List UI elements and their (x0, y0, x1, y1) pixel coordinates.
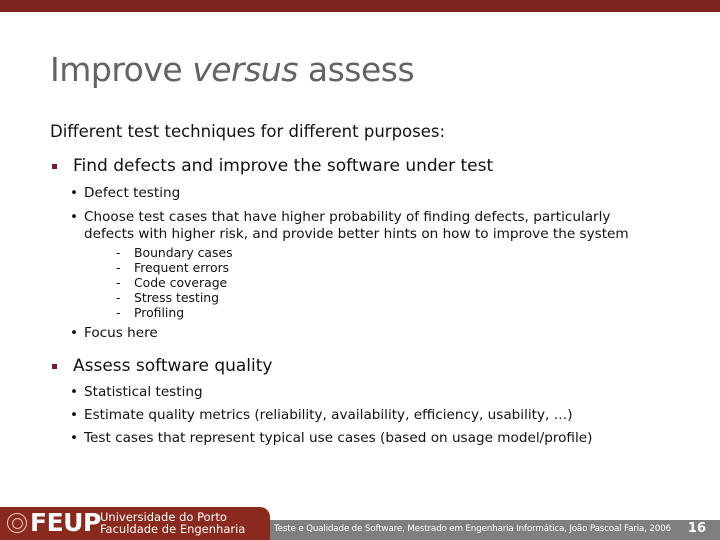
university-name-line2: Faculdade de Engenharia (100, 522, 246, 536)
list-item-text: Focus here (84, 325, 158, 341)
square-bullet-icon (52, 364, 57, 369)
sub-list-item-text: Profiling (134, 305, 185, 320)
bullet-dot-icon: • (70, 209, 79, 225)
title-part: Improve (50, 50, 193, 89)
list-item-text: Choose test cases that have higher proba… (84, 209, 611, 225)
bullet-dot-icon: • (70, 384, 79, 400)
dash-icon: - (116, 260, 121, 275)
bullet-dot-icon: • (70, 325, 79, 341)
dash-icon: - (116, 290, 121, 305)
university-name: Universidade do Porto Faculdade de Engen… (100, 511, 245, 535)
dash-icon: - (116, 305, 121, 320)
bullet-dot-icon: • (70, 407, 79, 423)
list-item-text: defects with higher risk, and provide be… (84, 226, 629, 242)
title-part: assess (297, 50, 415, 89)
bullet-dot-icon: • (70, 430, 79, 446)
section-heading-text: Find defects and improve the software un… (73, 156, 494, 176)
feup-logo-text: FEUP (30, 508, 101, 537)
bullet-dot-icon: • (70, 185, 79, 201)
dash-icon: - (116, 245, 121, 260)
top-accent-bar (0, 0, 720, 12)
section-heading-text: Assess software quality (73, 356, 273, 376)
list-item-text: Estimate quality metrics (reliability, a… (84, 407, 573, 423)
university-seal-icon (7, 513, 27, 533)
sub-list-item-text: Boundary cases (134, 245, 233, 260)
sub-list-item-text: Code coverage (134, 275, 228, 290)
list-item-text: Statistical testing (84, 384, 203, 400)
slide-title: Improve versus assess (50, 50, 415, 89)
footer-course-text: Teste e Qualidade de Software, Mestrado … (274, 524, 671, 534)
square-bullet-icon (52, 164, 57, 169)
list-item-text: Test cases that represent typical use ca… (84, 430, 593, 446)
dash-icon: - (116, 275, 121, 290)
page-number: 16 (687, 521, 706, 536)
sub-list-item-text: Stress testing (134, 290, 219, 305)
title-emphasis: versus (192, 50, 298, 89)
list-item-text: Defect testing (84, 185, 181, 201)
intro-text: Different test techniques for different … (50, 122, 446, 141)
sub-list-item-text: Frequent errors (134, 260, 230, 275)
